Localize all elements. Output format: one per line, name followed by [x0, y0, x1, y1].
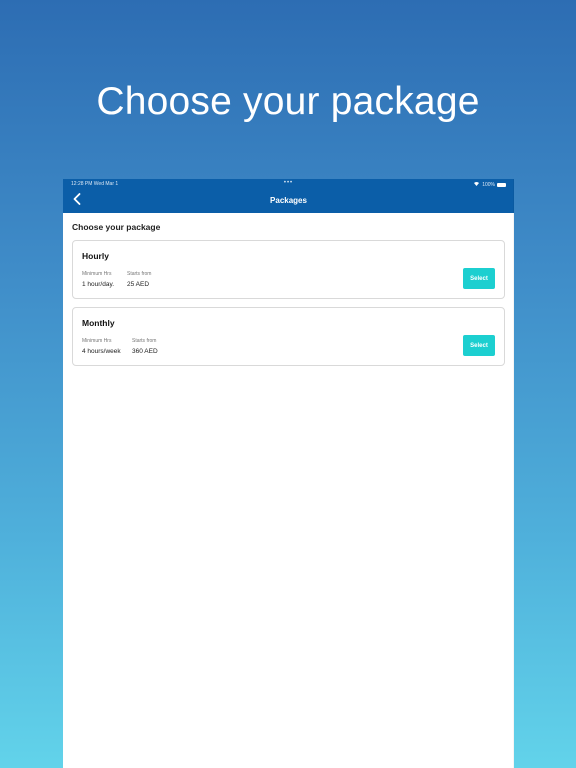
- starts-from-value: 25 AED: [127, 281, 150, 288]
- content: Choose your package Hourly Minimum Hrs 1…: [63, 222, 514, 366]
- select-monthly-button[interactable]: Select: [463, 335, 495, 356]
- package-name: Hourly: [82, 251, 109, 261]
- hero-title: Choose your package: [96, 80, 480, 123]
- status-dots: •••: [283, 180, 294, 186]
- starts-from-label: Starts from: [127, 271, 152, 277]
- battery-percent: 100%: [482, 181, 495, 188]
- app-screen: 12:28 PM Wed Mar 1 ••• 100% Packages Cho…: [63, 179, 514, 768]
- starts-from: Starts from 25 AED: [127, 271, 151, 288]
- starts-from: Starts from 360 AED: [132, 338, 158, 355]
- min-hours: Minimum Hrs 4 hours/week: [82, 338, 121, 355]
- nav-bar: Packages: [63, 189, 514, 213]
- package-card-monthly: Monthly Minimum Hrs 4 hours/week Starts …: [72, 307, 505, 366]
- package-card-hourly: Hourly Minimum Hrs 1 hour/day. Starts fr…: [72, 240, 505, 299]
- edge-shadow: [513, 179, 514, 768]
- min-hours: Minimum Hrs 1 hour/day.: [82, 271, 114, 288]
- starts-from-label: Starts from: [132, 338, 157, 344]
- status-right: 100%: [473, 181, 506, 188]
- nav-title: Packages: [270, 196, 307, 205]
- min-hours-label: Minimum Hrs: [82, 338, 112, 344]
- min-hours-value: 4 hours/week: [82, 348, 121, 355]
- section-title: Choose your package: [72, 222, 161, 232]
- select-hourly-button[interactable]: Select: [463, 268, 495, 289]
- min-hours-label: Minimum Hrs: [82, 271, 112, 277]
- status-bar: 12:28 PM Wed Mar 1 ••• 100%: [63, 179, 514, 189]
- min-hours-value: 1 hour/day.: [82, 281, 115, 288]
- package-name: Monthly: [82, 318, 115, 328]
- starts-from-value: 360 AED: [132, 348, 158, 355]
- wifi-icon: [473, 181, 480, 188]
- battery-icon: [497, 182, 506, 187]
